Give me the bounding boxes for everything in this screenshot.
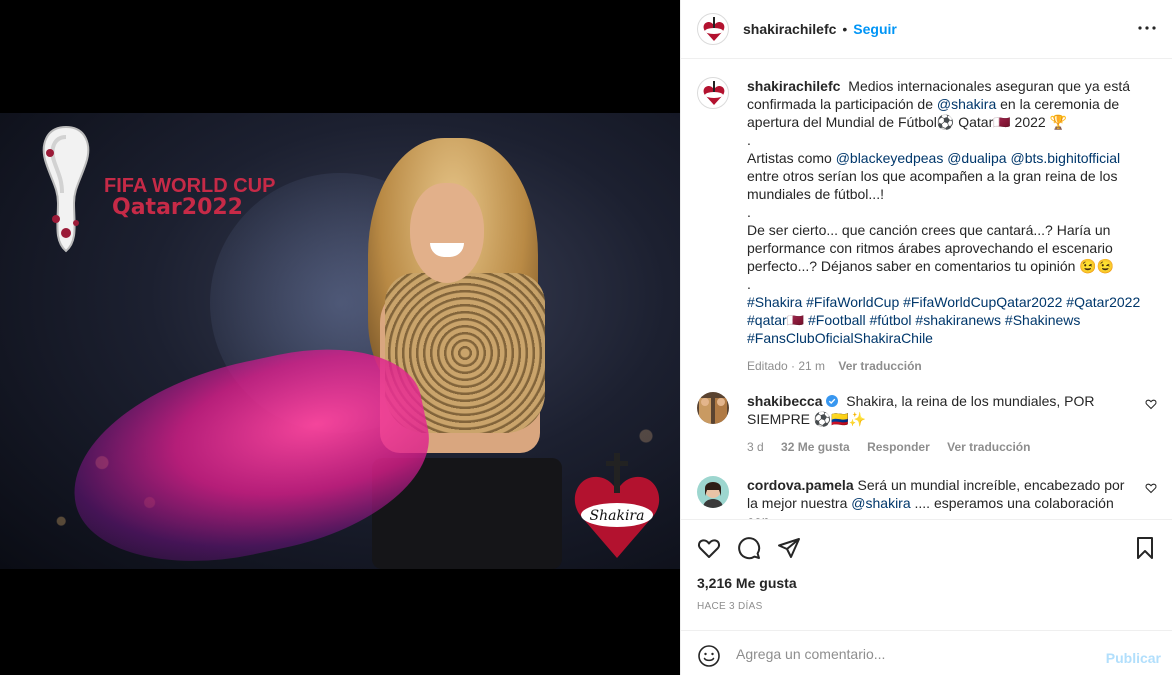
comment-meta: 3 d 32 Me gusta Responder Ver traducción bbox=[747, 438, 1127, 456]
more-options-icon[interactable] bbox=[1137, 18, 1157, 38]
post-header: shakirachilefc • Seguir bbox=[681, 0, 1172, 59]
author-username[interactable]: shakirachilefc bbox=[743, 21, 836, 37]
caption-meta: Editado · 21 m Ver traducción bbox=[747, 357, 1147, 375]
comment-username[interactable]: cordova.pamela bbox=[747, 477, 854, 493]
caption-line: De ser cierto... que canción crees que c… bbox=[747, 222, 1115, 274]
comment-input[interactable] bbox=[736, 641, 1096, 667]
mention-link[interactable]: @shakira bbox=[937, 96, 996, 112]
separator-dot: • bbox=[842, 21, 848, 37]
caption-author-avatar[interactable] bbox=[697, 77, 729, 109]
verified-badge-icon bbox=[826, 395, 839, 407]
share-paper-plane-icon[interactable] bbox=[777, 536, 801, 560]
see-translation-link[interactable]: Ver traducción bbox=[838, 359, 921, 373]
likes-count[interactable]: 3,216 Me gusta bbox=[697, 575, 797, 591]
fan-club-avatar-icon bbox=[703, 17, 725, 41]
comment-username[interactable]: shakibecca bbox=[747, 393, 823, 409]
post-timestamp[interactable]: HACE 3 DÍAS bbox=[697, 601, 763, 612]
caption-dot: . bbox=[747, 276, 751, 292]
save-bookmark-icon[interactable] bbox=[1133, 536, 1157, 560]
commenter-avatar[interactable] bbox=[697, 392, 729, 424]
edited-timestamp: Editado · 21 m bbox=[747, 359, 826, 373]
fan-club-avatar-icon bbox=[703, 81, 725, 105]
emoji-icon[interactable] bbox=[697, 644, 721, 668]
mention-link[interactable]: @shakira bbox=[851, 495, 910, 511]
mention-link[interactable]: @bts.bighitofficial bbox=[1010, 150, 1120, 166]
post-caption: shakirachilefc Medios internacionales as… bbox=[697, 77, 1157, 375]
caption-dot: . bbox=[747, 204, 751, 220]
caption-line: Artistas como bbox=[747, 150, 832, 166]
publish-button[interactable]: Publicar bbox=[1106, 650, 1161, 666]
user-avatar-icon bbox=[697, 392, 729, 424]
fan-club-logo-icon: Shakira bbox=[574, 453, 660, 558]
mention-link[interactable]: @blackeyedpeas bbox=[836, 150, 944, 166]
caption-text: shakirachilefc Medios internacionales as… bbox=[747, 77, 1147, 375]
comment-translate-link[interactable]: Ver traducción bbox=[947, 440, 1030, 454]
like-comment-heart-icon[interactable] bbox=[1145, 398, 1157, 410]
follow-button[interactable]: Seguir bbox=[853, 21, 897, 37]
comment-time[interactable]: 3 d bbox=[747, 440, 764, 454]
svg-text:Shakira: Shakira bbox=[590, 508, 645, 524]
comment-item: shakibecca Shakira, la reina de los mund… bbox=[697, 392, 1157, 456]
caption-username[interactable]: shakirachilefc bbox=[747, 78, 840, 94]
reply-button[interactable]: Responder bbox=[867, 440, 930, 454]
fifa-logo-line2: Qatar2022 bbox=[112, 195, 243, 220]
instagram-post-window: FIFA WORLD CUP Qatar2022 Shakira shakira… bbox=[0, 0, 1172, 675]
post-photo[interactable]: FIFA WORLD CUP Qatar2022 Shakira bbox=[0, 113, 680, 569]
like-comment-heart-icon[interactable] bbox=[1145, 482, 1157, 494]
author-avatar[interactable] bbox=[697, 13, 729, 45]
comment-item: cordova.pamela Será un mundial increíble… bbox=[697, 476, 1157, 519]
comment-bubble-icon[interactable] bbox=[737, 536, 761, 560]
like-heart-icon[interactable] bbox=[697, 536, 721, 560]
comment-likes[interactable]: 32 Me gusta bbox=[781, 440, 850, 454]
mention-link[interactable]: @dualipa bbox=[947, 150, 1006, 166]
post-actions-bar bbox=[681, 519, 1172, 575]
fifa-emblem-icon bbox=[42, 125, 90, 253]
hashtags[interactable]: #Shakira #FifaWorldCup #FifaWorldCupQata… bbox=[747, 293, 1147, 347]
user-avatar-icon bbox=[697, 476, 729, 508]
comment-body: shakibecca Shakira, la reina de los mund… bbox=[747, 392, 1127, 456]
comment-body: cordova.pamela Será un mundial increíble… bbox=[747, 476, 1127, 519]
comments-scroll-area[interactable]: shakirachilefc Medios internacionales as… bbox=[681, 60, 1172, 519]
add-comment-bar: Publicar bbox=[681, 630, 1172, 675]
performer-face bbox=[410, 183, 484, 283]
post-details-panel: shakirachilefc • Seguir shakirachilefc M… bbox=[680, 0, 1172, 675]
commenter-avatar[interactable] bbox=[697, 476, 729, 508]
caption-dot: . bbox=[747, 132, 751, 148]
caption-line: entre otros serían los que acompañen a l… bbox=[747, 168, 1118, 202]
post-media-area: FIFA WORLD CUP Qatar2022 Shakira bbox=[0, 0, 680, 675]
